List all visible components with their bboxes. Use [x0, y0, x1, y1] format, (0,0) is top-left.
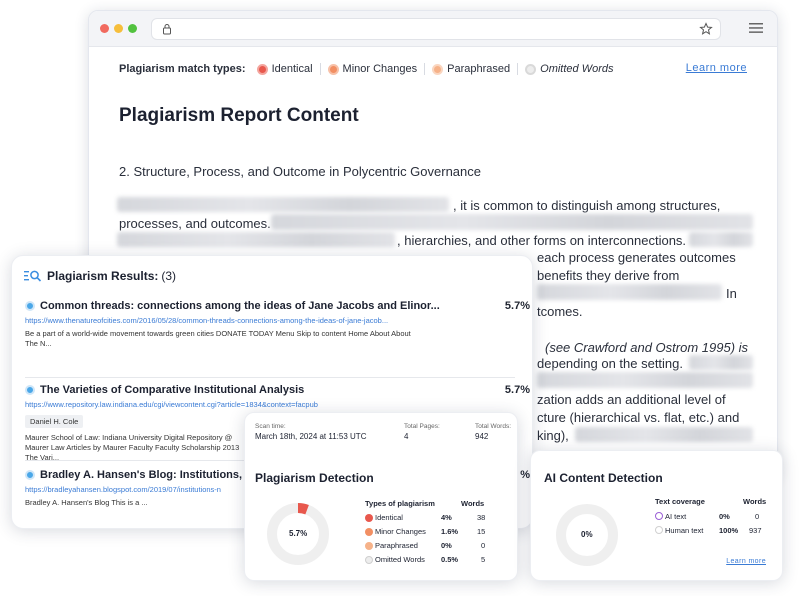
redacted-text: [575, 427, 753, 442]
paraphrased-swatch-icon: [432, 63, 444, 75]
identical-dot-icon: [365, 514, 373, 522]
results-count: (3): [161, 269, 177, 283]
legend-item-identical: Identical: [250, 63, 321, 75]
document-line: king),: [537, 428, 569, 443]
result-snippet: Maurer School of Law: Indiana University…: [25, 433, 240, 462]
result-title[interactable]: Bradley A. Hansen's Blog: Institutions, …: [40, 469, 253, 481]
results-title: Plagiarism Results:: [47, 269, 159, 283]
divider: [25, 377, 515, 378]
result-title[interactable]: Common threads: connections among the id…: [40, 300, 440, 312]
search-list-icon: [24, 270, 42, 282]
close-window-button[interactable]: [100, 24, 109, 33]
redacted-text: [117, 232, 395, 247]
omitted-words-swatch-icon: [525, 63, 537, 75]
ai-learn-more-link[interactable]: Learn more: [726, 558, 766, 565]
total-words: Total Words: 942: [475, 423, 512, 441]
results-header: Plagiarism Results: (3): [24, 269, 176, 283]
section-heading: 2. Structure, Process, and Outcome in Po…: [119, 164, 482, 179]
bookmark-star-icon[interactable]: [699, 22, 713, 36]
author-badge: Daniel H. Cole: [25, 415, 84, 428]
column-header: Text coverage: [655, 497, 705, 506]
document-line: benefits they derive from: [537, 268, 680, 283]
document-line: , hierarchies, and other forms on interc…: [397, 233, 687, 248]
document-line: cture (hierarchical vs. flat, etc.) and: [537, 410, 740, 425]
learn-more-link[interactable]: Learn more: [686, 62, 747, 74]
document-line: processes, and outcomes.: [119, 216, 271, 231]
result-percent: 5.7%: [504, 300, 530, 312]
ai-total-percent: 0%: [581, 530, 593, 539]
address-bar[interactable]: [151, 18, 721, 40]
plagiarism-detection-card: Scan time: March 18th, 2024 at 11:53 UTC…: [244, 412, 518, 581]
redacted-text: [537, 372, 753, 388]
redacted-text: [271, 214, 753, 230]
result-snippet: Be a part of a world-wide movement towar…: [25, 329, 411, 348]
plagiarism-detection-title: Plagiarism Detection: [255, 471, 374, 485]
legend-item-minor-changes: Minor Changes: [321, 63, 426, 75]
redacted-text: [117, 197, 449, 212]
document-line: depending on the setting.: [537, 356, 684, 371]
match-types-legend: Plagiarism match types: Identical Minor …: [119, 63, 621, 75]
document-line: In: [726, 286, 737, 301]
ai-content-detection-card: AI Content Detection 0% Text coverage Wo…: [530, 450, 783, 581]
maximize-window-button[interactable]: [128, 24, 137, 33]
result-url[interactable]: https://www.thenatureofcities.com/2016/0…: [25, 316, 530, 325]
redacted-text: [689, 355, 753, 370]
omitted-words-dot-icon: [365, 556, 373, 564]
result-percent: %: [520, 469, 530, 481]
minimize-window-button[interactable]: [114, 24, 123, 33]
ai-detection-title: AI Content Detection: [544, 471, 663, 485]
legend-item-omitted-words: Omitted Words: [518, 63, 620, 75]
result-percent: 5.7%: [504, 384, 530, 396]
browser-toolbar: [89, 11, 777, 47]
total-pages: Total Pages: 4: [404, 423, 440, 441]
result-title[interactable]: The Varieties of Comparative Institution…: [40, 384, 304, 396]
page-title: Plagiarism Report Content: [119, 105, 359, 126]
lock-icon: [163, 24, 171, 35]
result-bullet-icon: [25, 470, 35, 480]
identical-swatch-icon: [256, 63, 268, 75]
plagiarism-total-percent: 5.7%: [289, 529, 308, 538]
minor-changes-swatch-icon: [327, 63, 339, 75]
hamburger-menu-icon[interactable]: [749, 22, 763, 34]
document-line: (see Crawford and Ostrom 1995) is: [545, 340, 749, 355]
redacted-text: [689, 232, 753, 247]
result-item[interactable]: Common threads: connections among the id…: [25, 300, 530, 349]
legend-item-paraphrased: Paraphrased: [425, 63, 519, 75]
column-header: Types of plagiarism: [365, 499, 435, 508]
scan-time: Scan time: March 18th, 2024 at 11:53 UTC: [255, 423, 367, 441]
result-url[interactable]: https://bradleyahansen.blogspot.com/2019…: [25, 485, 243, 494]
plagiarism-types-table: Types of plagiarism Words Identical 4% 3…: [365, 499, 486, 564]
human-text-dot-icon: [655, 526, 663, 534]
paraphrased-dot-icon: [365, 542, 373, 550]
column-header: Words: [743, 497, 767, 506]
result-url[interactable]: https://www.repository.law.indiana.edu/c…: [25, 400, 530, 409]
ai-coverage-table: Text coverage Words AI text 0% 0 Human t…: [655, 497, 767, 535]
minor-changes-dot-icon: [365, 528, 373, 536]
result-bullet-icon: [25, 301, 35, 311]
document-line: each process generates outcomes: [537, 250, 736, 265]
document-line: zation adds an additional level of: [537, 392, 726, 407]
ai-text-dot-icon: [655, 512, 663, 520]
column-header: Words: [461, 499, 485, 508]
document-line: tcomes.: [537, 304, 583, 319]
legend-title: Plagiarism match types:: [119, 63, 246, 75]
document-line: , it is common to distinguish among stru…: [453, 198, 721, 213]
result-bullet-icon: [25, 385, 35, 395]
redacted-text: [537, 284, 722, 300]
